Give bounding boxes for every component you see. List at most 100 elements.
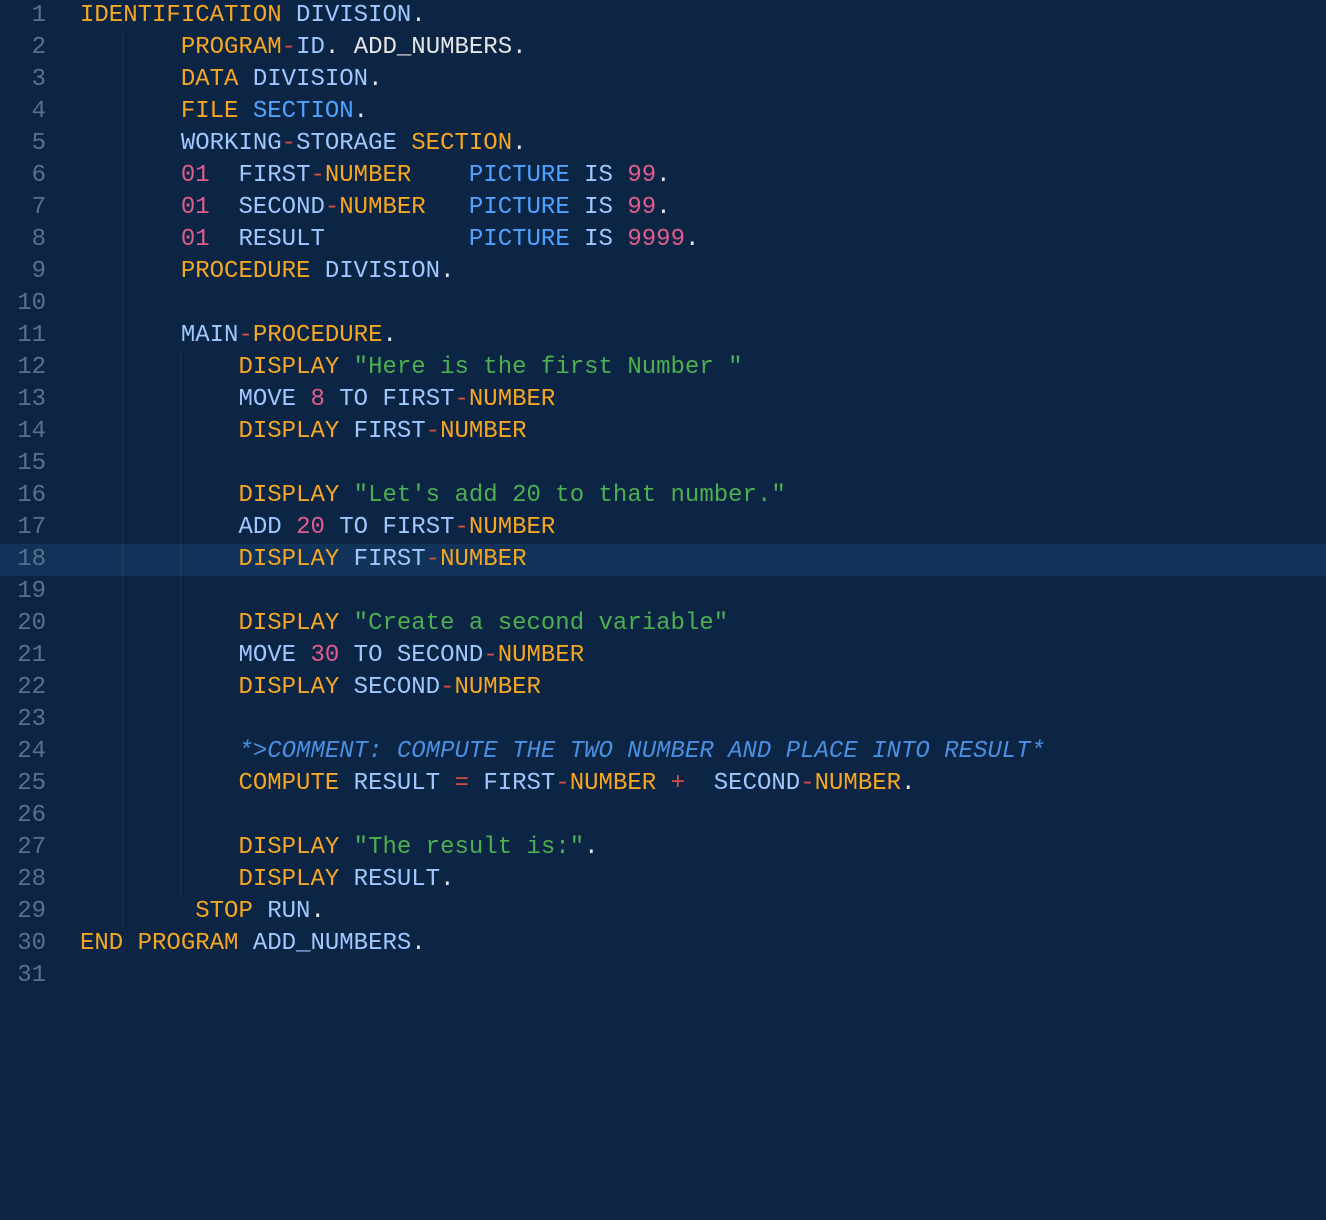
indent-guide [122,544,123,576]
line-number: 1 [0,0,58,32]
indent-guide [122,672,123,704]
code-line[interactable]: 13 MOVE 8 TO FIRST-NUMBER [0,384,1326,416]
code-token: - [483,642,497,669]
code-line[interactable]: 2 PROGRAM-ID. ADD_NUMBERS. [0,32,1326,64]
code-content[interactable] [58,288,1326,320]
code-content[interactable]: DISPLAY "Create a second variable" [58,608,1326,640]
code-token [339,482,353,509]
indent-guide [180,768,181,800]
code-content[interactable]: COMPUTE RESULT = FIRST-NUMBER + SECOND-N… [58,768,1326,800]
code-content[interactable]: MAIN-PROCEDURE. [58,320,1326,352]
code-token: - [426,418,440,445]
code-line[interactable]: 12 DISPLAY "Here is the first Number " [0,352,1326,384]
line-number: 16 [0,480,58,512]
code-token: . [685,226,699,253]
code-line[interactable]: 31 [0,960,1326,992]
code-token: PICTURE [469,162,570,189]
code-line[interactable]: 5 WORKING-STORAGE SECTION. [0,128,1326,160]
code-content[interactable] [58,576,1326,608]
code-content[interactable]: DISPLAY "Here is the first Number " [58,352,1326,384]
code-token: . [656,162,670,189]
code-token: NUMBER [498,642,584,669]
code-line[interactable]: 15 [0,448,1326,480]
code-content[interactable]: DISPLAY RESULT. [58,864,1326,896]
code-content[interactable] [58,800,1326,832]
indent-guide [180,672,181,704]
code-line[interactable]: 24 *>COMMENT: COMPUTE THE TWO NUMBER AND… [0,736,1326,768]
code-content[interactable]: DATA DIVISION. [58,64,1326,96]
code-content[interactable]: END PROGRAM ADD_NUMBERS. [58,928,1326,960]
code-editor[interactable]: 1IDENTIFICATION DIVISION.2 PROGRAM-ID. A… [0,0,1326,992]
code-content[interactable]: 01 FIRST-NUMBER PICTURE IS 99. [58,160,1326,192]
code-content[interactable] [58,704,1326,736]
code-line[interactable]: 26 [0,800,1326,832]
code-content[interactable]: IDENTIFICATION DIVISION. [58,0,1326,32]
code-line[interactable]: 9 PROCEDURE DIVISION. [0,256,1326,288]
code-content[interactable]: *>COMMENT: COMPUTE THE TWO NUMBER AND PL… [58,736,1326,768]
indent-guide [180,544,181,576]
indent-guide [180,352,181,384]
code-token: - [555,770,569,797]
indent-guide [122,320,123,352]
code-token: SECTION [253,98,354,125]
code-line[interactable]: 29 STOP RUN. [0,896,1326,928]
code-token [685,770,714,797]
code-content[interactable]: DISPLAY "The result is:". [58,832,1326,864]
code-content[interactable]: 01 SECOND-NUMBER PICTURE IS 99. [58,192,1326,224]
code-token: DIVISION [253,66,368,93]
code-content[interactable]: MOVE 30 TO SECOND-NUMBER [58,640,1326,672]
code-line[interactable]: 14 DISPLAY FIRST-NUMBER [0,416,1326,448]
code-line[interactable]: 6 01 FIRST-NUMBER PICTURE IS 99. [0,160,1326,192]
code-line[interactable]: 30END PROGRAM ADD_NUMBERS. [0,928,1326,960]
code-token [613,226,627,253]
code-token: DATA [181,66,239,93]
indent-guide [122,64,123,96]
code-line[interactable]: 7 01 SECOND-NUMBER PICTURE IS 99. [0,192,1326,224]
code-content[interactable]: STOP RUN. [58,896,1326,928]
code-token: "Create a second variable" [354,610,728,637]
code-line[interactable]: 8 01 RESULT PICTURE IS 9999. [0,224,1326,256]
code-token [570,226,584,253]
code-content[interactable]: DISPLAY "Let's add 20 to that number." [58,480,1326,512]
code-token: RESULT [238,226,324,253]
code-token [339,674,353,701]
code-line[interactable]: 10 [0,288,1326,320]
code-content[interactable]: WORKING-STORAGE SECTION. [58,128,1326,160]
code-line[interactable]: 21 MOVE 30 TO SECOND-NUMBER [0,640,1326,672]
line-number: 23 [0,704,58,736]
code-token: 20 [296,514,325,541]
code-content[interactable]: FILE SECTION. [58,96,1326,128]
code-content[interactable]: MOVE 8 TO FIRST-NUMBER [58,384,1326,416]
code-token: DISPLAY [238,674,339,701]
code-line[interactable]: 17 ADD 20 TO FIRST-NUMBER [0,512,1326,544]
code-line[interactable]: 28 DISPLAY RESULT. [0,864,1326,896]
code-line[interactable]: 18 DISPLAY FIRST-NUMBER [0,544,1326,576]
code-token: ID [296,34,325,61]
code-line[interactable]: 16 DISPLAY "Let's add 20 to that number.… [0,480,1326,512]
code-line[interactable]: 25 COMPUTE RESULT = FIRST-NUMBER + SECON… [0,768,1326,800]
code-token [368,514,382,541]
code-content[interactable]: DISPLAY FIRST-NUMBER [58,416,1326,448]
code-line[interactable]: 20 DISPLAY "Create a second variable" [0,608,1326,640]
code-line[interactable]: 27 DISPLAY "The result is:". [0,832,1326,864]
code-token [123,930,137,957]
code-line[interactable]: 22 DISPLAY SECOND-NUMBER [0,672,1326,704]
code-content[interactable]: PROGRAM-ID. ADD_NUMBERS. [58,32,1326,64]
indent-guide [122,224,123,256]
code-token: FIRST [382,386,454,413]
code-line[interactable]: 11 MAIN-PROCEDURE. [0,320,1326,352]
code-content[interactable]: 01 RESULT PICTURE IS 9999. [58,224,1326,256]
code-content[interactable]: DISPLAY SECOND-NUMBER [58,672,1326,704]
code-token: FIRST [354,546,426,573]
code-token: IS [584,194,613,221]
code-line[interactable]: 3 DATA DIVISION. [0,64,1326,96]
code-content[interactable]: ADD 20 TO FIRST-NUMBER [58,512,1326,544]
code-line[interactable]: 4 FILE SECTION. [0,96,1326,128]
code-line[interactable]: 1IDENTIFICATION DIVISION. [0,0,1326,32]
code-content[interactable] [58,448,1326,480]
code-content[interactable]: PROCEDURE DIVISION. [58,256,1326,288]
code-content[interactable]: DISPLAY FIRST-NUMBER [58,544,1326,576]
code-token: STOP [195,898,253,925]
code-line[interactable]: 19 [0,576,1326,608]
code-line[interactable]: 23 [0,704,1326,736]
